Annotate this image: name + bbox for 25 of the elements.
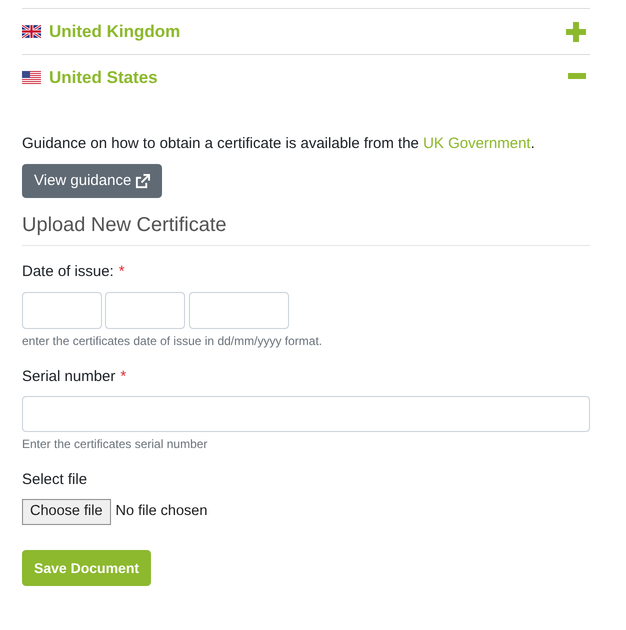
field-label: Select file [22,470,88,490]
uk-government-link[interactable]: UK Government [423,135,531,152]
flag-icon [22,71,41,84]
choose-file-button[interactable]: Choose file [22,499,111,525]
plus-icon [566,22,586,42]
field-label: Serial number [22,367,116,387]
field-label: Date of issue: [22,262,114,282]
field-hint: enter the certificates date of issue in dd/mm/yyyy format. [22,333,324,349]
field-hint: Enter the certificates serial number [22,436,208,452]
year-field[interactable] [189,292,289,329]
day-field[interactable] [22,292,102,329]
serial-number-field[interactable] [22,396,590,432]
required-mark: * [118,262,125,282]
month-field[interactable] [105,292,185,329]
accordion-header[interactable]: United States [22,54,590,100]
external-link-icon [135,174,150,188]
file-status-text: No file chosen [116,502,208,522]
save-document-button[interactable]: Save Document [22,550,152,586]
guidance-text: Guidance on how to obtain a certificate is available from the UK Government. [22,134,536,154]
view-guidance-button[interactable]: View guidance [22,164,162,198]
required-mark: * [120,367,126,387]
flag-icon [22,25,41,38]
minus-icon [568,72,586,78]
section-heading: Upload New Certificate [22,212,590,246]
accordion-header[interactable]: United Kingdom [22,8,590,54]
